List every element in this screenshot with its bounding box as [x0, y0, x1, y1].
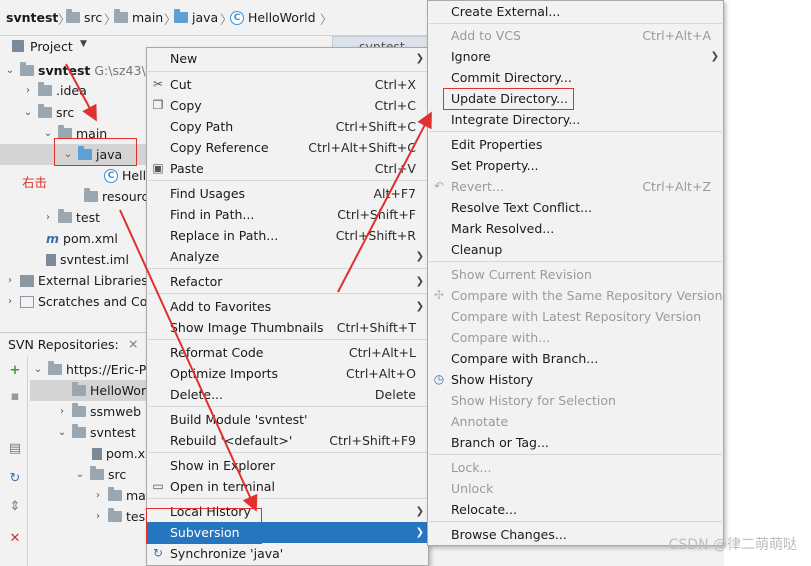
annotation-arrow-to-update [337, 111, 432, 293]
annotation-arrow-to-java [65, 63, 97, 122]
annotation-arrow-to-subversion [119, 209, 258, 512]
annotation-arrows [65, 63, 432, 512]
watermark: CSDN @律二萌萌哒 [668, 537, 797, 553]
